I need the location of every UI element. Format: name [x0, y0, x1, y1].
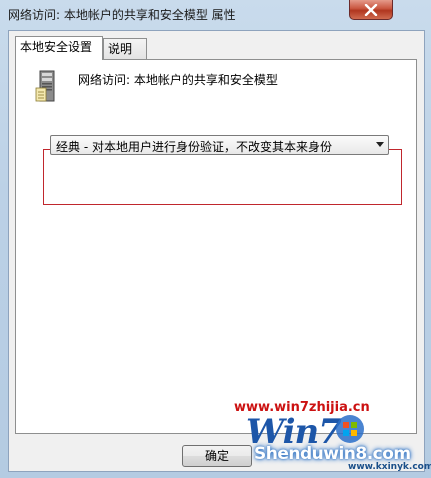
chevron-down-icon: [376, 142, 384, 147]
server-icon: [35, 70, 55, 102]
window-title: 网络访问: 本地帐户的共享和安全模型 属性: [8, 8, 236, 22]
tab-explain[interactable]: 说明: [103, 38, 147, 59]
policy-name: 网络访问: 本地帐户的共享和安全模型: [78, 73, 278, 87]
dialog-window: 网络访问: 本地帐户的共享和安全模型 属性 本地安全设置 说明 网络访问: 本地…: [0, 0, 431, 478]
close-button[interactable]: [349, 0, 393, 20]
close-icon: [364, 3, 378, 16]
tab-panel: 网络访问: 本地帐户的共享和安全模型: [15, 59, 417, 434]
title-bar[interactable]: 网络访问: 本地帐户的共享和安全模型 属性: [0, 0, 431, 30]
sharing-model-dropdown[interactable]: 经典 - 对本地用户进行身份验证，不改变其本来身份: [50, 135, 389, 155]
ok-button-label: 确定: [204, 449, 229, 463]
dropdown-selected-value: 经典 - 对本地用户进行身份验证，不改变其本来身份: [56, 140, 332, 154]
watermark-site: Shenduwin8.com: [254, 444, 411, 464]
watermark-site-small: www.kxinyk.com: [348, 462, 431, 472]
ok-button[interactable]: 确定: [182, 445, 252, 467]
tab-label: 本地安全设置: [20, 40, 93, 54]
windows-logo-icon: [336, 415, 364, 443]
tab-label: 说明: [108, 42, 133, 56]
highlight-box: [43, 149, 402, 205]
tab-local-security-setting[interactable]: 本地安全设置: [15, 36, 103, 60]
